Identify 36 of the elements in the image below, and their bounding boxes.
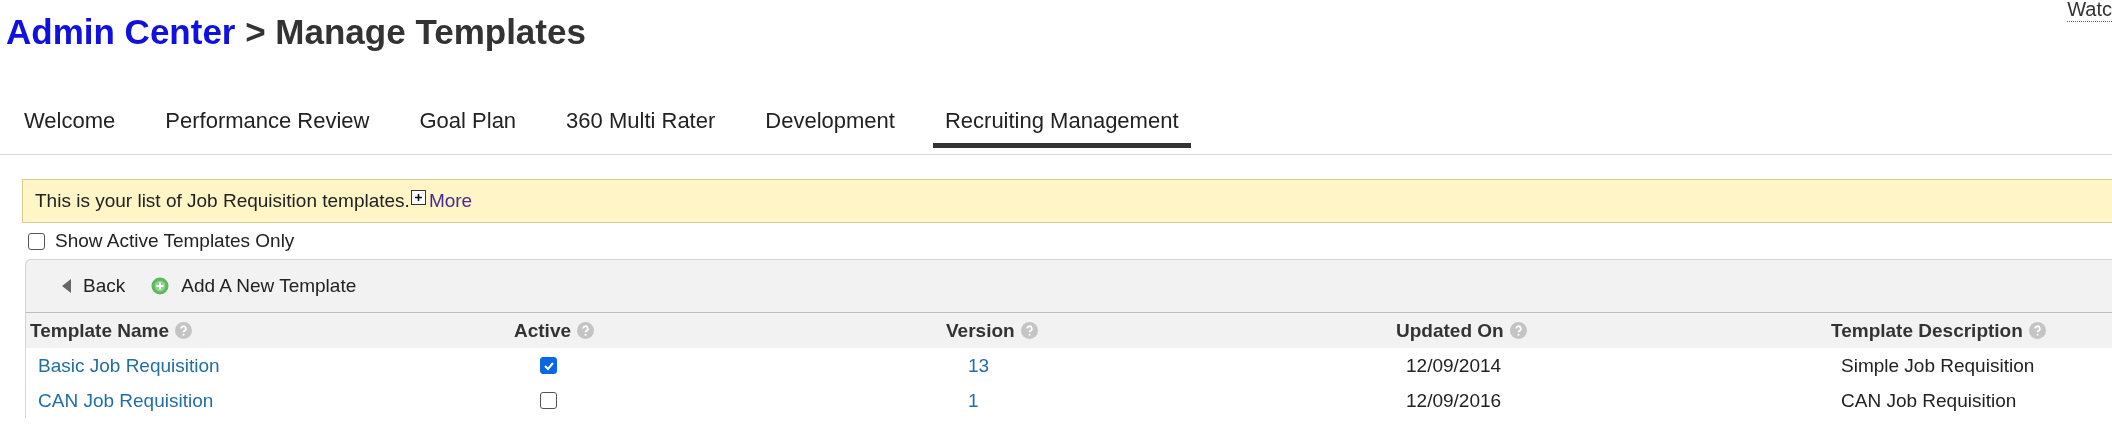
- back-arrow-icon: [62, 279, 71, 293]
- checkbox[interactable]: [28, 232, 45, 250]
- tab[interactable]: Development: [753, 100, 907, 148]
- version-link[interactable]: 1: [968, 389, 979, 412]
- tab[interactable]: Welcome: [12, 100, 128, 148]
- column-header-text: Template Description: [1831, 319, 2023, 342]
- help-icon[interactable]: [175, 322, 193, 339]
- tab[interactable]: 360 Multi Rater: [554, 100, 728, 148]
- checkbox-label: Show Active Templates Only: [55, 230, 295, 252]
- active-checkbox[interactable]: [540, 357, 557, 374]
- breadcrumb-link[interactable]: Admin Center: [6, 12, 236, 51]
- active-checkbox[interactable]: [540, 392, 557, 409]
- column-header-text: Updated On: [1396, 319, 1504, 342]
- add-template-button[interactable]: Add A New Template: [151, 275, 357, 297]
- template-description: CAN Job Requisition: [1841, 389, 2017, 412]
- tab[interactable]: Performance Review: [153, 100, 382, 148]
- help-icon[interactable]: [2028, 322, 2046, 339]
- column-header-text: Active: [514, 319, 572, 342]
- add-icon: [151, 277, 170, 295]
- template-description: Simple Job Requisition: [1841, 354, 2035, 377]
- help-icon[interactable]: [577, 322, 595, 339]
- column-header-text: Template Name: [30, 319, 170, 342]
- help-icon[interactable]: [1509, 322, 1527, 339]
- info-text: This is your list of Job Requisition templates.: [35, 190, 410, 212]
- more-link[interactable]: More: [428, 190, 473, 212]
- expand-icon[interactable]: [410, 190, 426, 205]
- column-header-text: Version: [946, 319, 1015, 342]
- updated-date: 12/09/2014: [1406, 354, 1502, 377]
- help-icon[interactable]: [1020, 322, 1038, 339]
- watch-link[interactable]: Watc: [2067, 0, 2112, 22]
- page-title: > Manage Templates: [244, 12, 586, 51]
- tab[interactable]: Goal Plan: [407, 100, 529, 148]
- version-link[interactable]: 13: [968, 354, 990, 377]
- back-button[interactable]: Back: [62, 275, 126, 297]
- tab[interactable]: Recruiting Management: [932, 100, 1191, 148]
- updated-date: 12/09/2016: [1406, 389, 1502, 412]
